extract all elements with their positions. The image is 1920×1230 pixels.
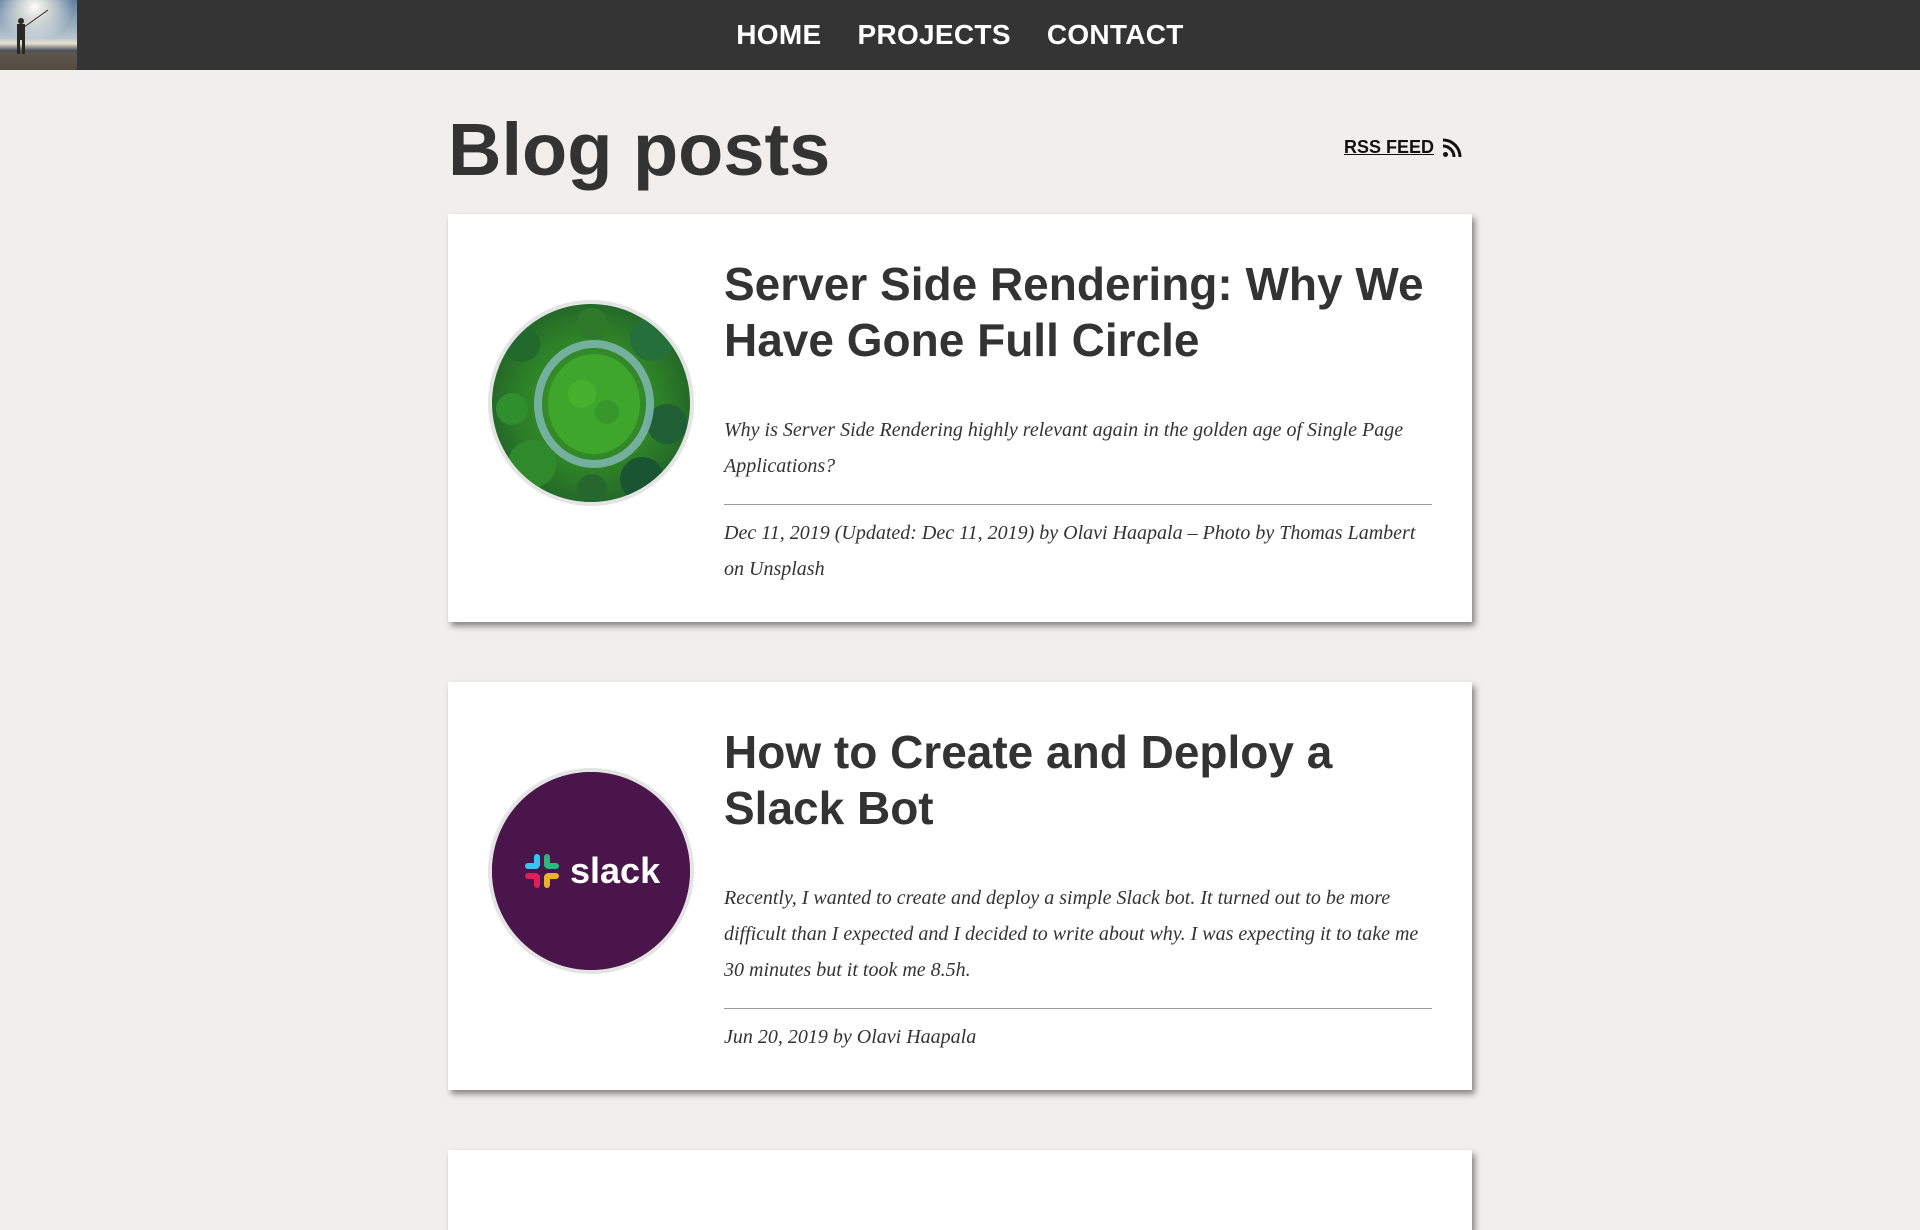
rss-feed-label: RSS FEED [1344, 137, 1435, 157]
blog-post-card: Server Side Rendering: Why We Have Gone … [448, 214, 1472, 622]
post-thumbnail-slack[interactable]: slack [488, 768, 694, 974]
rss-feed-link[interactable]: RSS FEED [1344, 137, 1462, 158]
post-divider [724, 504, 1432, 505]
top-navigation-bar: HOME PROJECTS CONTACT [0, 0, 1920, 70]
rss-icon [1442, 138, 1462, 158]
nav-projects-link[interactable]: PROJECTS [857, 19, 1010, 51]
blog-post-card [448, 1150, 1472, 1230]
post-title-link[interactable]: How to Create and Deploy a Slack Bot [724, 724, 1432, 836]
slack-logo-wordmark: slack [570, 850, 661, 891]
forest-aerial-image [492, 304, 690, 502]
post-title-link[interactable]: Server Side Rendering: Why We Have Gone … [724, 256, 1432, 368]
post-meta: Dec 11, 2019 (Updated: Dec 11, 2019) by … [724, 522, 1416, 580]
post-content: How to Create and Deploy a Slack Bot Rec… [724, 724, 1432, 1055]
post-divider [724, 1008, 1432, 1009]
fisherman-sunset-photo [0, 0, 77, 70]
post-excerpt: Recently, I wanted to create and deploy … [724, 887, 1419, 981]
nav-contact-link[interactable]: CONTACT [1047, 19, 1184, 51]
post-meta: Jun 20, 2019 by Olavi Haapala [724, 1026, 977, 1048]
page-title: Blog posts [448, 108, 831, 191]
post-thumbnail-forest[interactable] [488, 300, 694, 506]
post-excerpt: Why is Server Side Rendering highly rele… [724, 419, 1404, 477]
blog-post-card: slack How to Create and Deploy a Slack B… [448, 682, 1472, 1090]
main-nav: HOME PROJECTS CONTACT [0, 0, 1920, 70]
site-avatar-link[interactable] [0, 0, 77, 70]
nav-home-link[interactable]: HOME [736, 19, 821, 51]
slack-logo: slack [492, 772, 690, 970]
post-content: Server Side Rendering: Why We Have Gone … [724, 256, 1432, 587]
